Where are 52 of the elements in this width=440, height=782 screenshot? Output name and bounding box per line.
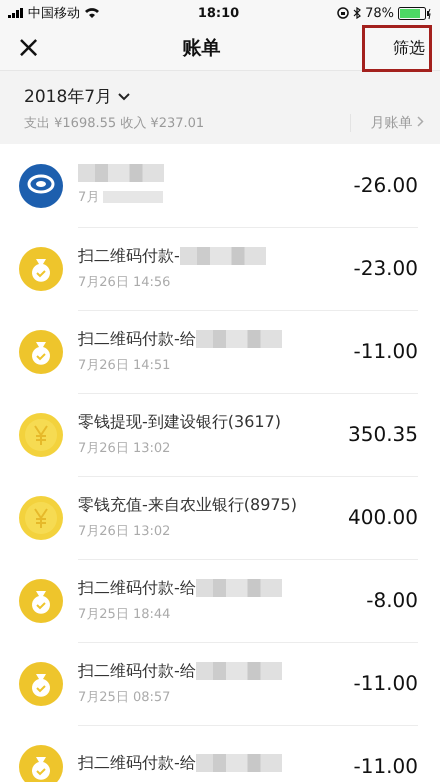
transaction-title: 扫二维码付款-给 [78,752,196,774]
transaction-amount: 350.35 [348,422,418,446]
transaction-row[interactable]: 零钱提现-到建设银行(3617) 7月26日 13:02 350.35 [78,392,418,476]
filter-button[interactable]: 筛选 [362,24,432,72]
transaction-time: 7月26日 13:02 [78,440,170,456]
transaction-row[interactable]: 扫二维码付款-给 7月25日 08:57 -11.00 [78,642,418,726]
transaction-amount: -11.00 [354,671,418,695]
transaction-title: 扫二维码付款- [78,246,180,266]
transaction-time: 7月26日 14:51 [78,356,170,374]
bank-logo-icon [18,162,64,208]
transaction-time: 7月26日 14:56 [78,274,170,290]
transaction-amount: -11.00 [354,339,418,363]
transaction-title: 零钱提现-到建设银行(3617) [78,412,281,432]
transaction-row[interactable]: 零钱充值-来自农业银行(8975) 7月26日 13:02 400.00 [78,476,418,560]
transaction-row[interactable]: 7月 -26.00 [78,144,418,228]
month-totals: 支出 ¥1698.55 收入 ¥237.01 [24,115,204,132]
yen-coin-icon [18,412,64,458]
rotation-lock-icon [337,7,350,19]
transaction-time: 7月25日 18:44 [78,606,170,622]
transaction-title: 零钱充值-来自农业银行(8975) [78,494,297,516]
transaction-amount: -23.00 [354,256,418,280]
transaction-time: 7月25日 08:57 [78,688,170,706]
yen-coin-icon [18,494,64,540]
transaction-title: 扫二维码付款-给 [78,578,196,598]
transaction-row[interactable]: 扫二维码付款-给 -11.00 [78,724,418,782]
money-bag-icon [18,246,64,292]
transaction-title: 扫二维码付款-给 [78,328,196,350]
battery-percent: 78% [365,6,394,20]
battery-icon [398,6,432,20]
caret-icon [118,92,130,100]
chevron-icon [417,116,424,127]
bluetooth-icon [353,7,362,19]
transaction-row[interactable]: 扫二维码付款-给 7月25日 18:44 -8.00 [78,558,418,642]
money-bag-icon [18,660,64,706]
money-bag-icon [18,328,64,374]
transaction-time: 7月26日 13:02 [78,522,170,540]
transaction-time: 7月 [78,189,100,206]
transaction-amount: 400.00 [348,505,418,529]
transaction-amount: -26.00 [354,173,418,197]
signal-icon [8,8,24,18]
carrier-name: 中国移动 [28,5,80,22]
transaction-amount: -8.00 [366,588,418,612]
month-selector[interactable]: 2018年7月 [24,85,130,108]
page-title: 账单 [182,36,221,61]
money-bag-icon [18,578,64,624]
clock: 18:10 [198,6,240,20]
transaction-row[interactable]: 扫二维码付款- 7月26日 14:56 -23.00 [78,226,418,310]
transaction-title: 扫二维码付款-给 [78,660,196,682]
close-button[interactable]: × [16,33,42,63]
transaction-amount: -11.00 [354,754,418,778]
wifi-icon [84,7,100,19]
transaction-row[interactable]: 扫二维码付款-给 7月26日 14:51 -11.00 [78,310,418,394]
